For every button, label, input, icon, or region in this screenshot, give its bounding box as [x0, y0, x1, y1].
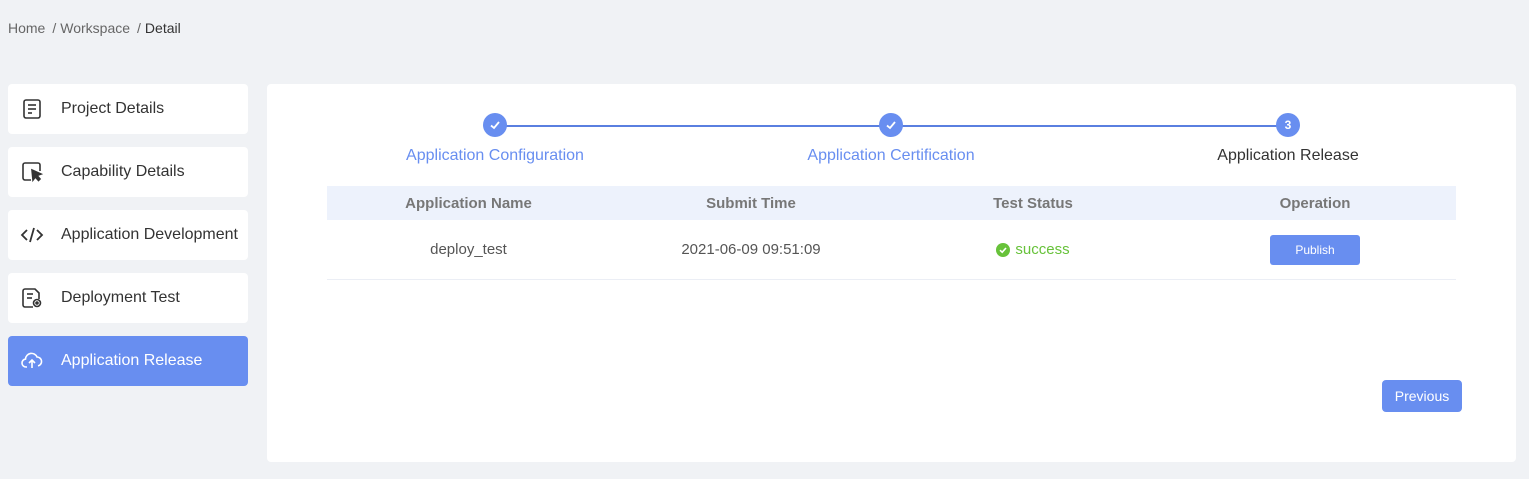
cloud-upload-icon — [20, 349, 44, 373]
status-badge: success — [996, 241, 1070, 258]
pointer-icon — [20, 160, 44, 184]
operation: Publish — [1174, 234, 1456, 265]
column-header: Test Status — [993, 194, 1073, 212]
previous-button[interactable]: Previous — [1382, 380, 1462, 412]
progress-steps: 3 Application Configuration Application … — [327, 113, 1455, 173]
step-done-check-icon — [879, 113, 903, 137]
step-label-certification: Application Certification — [807, 147, 975, 164]
sidebar-item-application-development[interactable]: Application Development — [8, 210, 248, 260]
code-icon — [20, 223, 44, 247]
breadcrumb-home[interactable]: Home — [8, 20, 45, 36]
breadcrumb-separator: / — [52, 20, 57, 36]
sidebar-item-label: Application Development — [61, 226, 238, 243]
table-row: deploy_test 2021-06-09 09:51:09 success … — [327, 220, 1456, 280]
breadcrumb: Home / Workspace / Detail — [8, 20, 181, 36]
breadcrumb-separator: / — [137, 20, 141, 36]
test-doc-icon — [20, 286, 44, 310]
test-status: success — [892, 241, 1174, 258]
sidebar: Project Details Capability Details Appli… — [8, 84, 248, 399]
success-check-icon — [996, 242, 1011, 257]
sidebar-item-label: Application Release — [61, 352, 203, 369]
breadcrumb-detail: Detail — [144, 20, 181, 36]
sidebar-item-application-release[interactable]: Application Release — [8, 336, 248, 386]
release-table: Application Name Submit Time Test Status… — [327, 186, 1456, 280]
column-header: Application Name — [405, 194, 532, 212]
column-header: Operation — [1279, 194, 1351, 212]
application-name: deploy_test — [430, 241, 507, 258]
breadcrumb-workspace[interactable]: Workspace — [60, 20, 130, 36]
sidebar-item-capability-details[interactable]: Capability Details — [8, 147, 248, 197]
status-text: success — [1015, 241, 1070, 258]
step-connector — [495, 125, 891, 127]
document-icon — [20, 97, 44, 121]
sidebar-item-deployment-test[interactable]: Deployment Test — [8, 273, 248, 323]
publish-button[interactable]: Publish — [1270, 234, 1360, 265]
sidebar-item-label: Project Details — [61, 100, 165, 117]
table-header: Application Name Submit Time Test Status… — [327, 186, 1456, 220]
step-number: 3 — [1276, 113, 1300, 137]
step-label-release: Application Release — [1217, 147, 1359, 164]
sidebar-item-label: Deployment Test — [61, 289, 180, 306]
sidebar-item-label: Capability Details — [61, 163, 185, 180]
column-header: Submit Time — [706, 194, 796, 212]
main-panel: 3 Application Configuration Application … — [267, 84, 1516, 462]
step-done-check-icon — [483, 113, 507, 137]
sidebar-item-project-details[interactable]: Project Details — [8, 84, 248, 134]
step-connector — [891, 125, 1287, 127]
submit-time: 2021-06-09 09:51:09 — [681, 241, 821, 258]
step-label-configuration: Application Configuration — [406, 147, 584, 164]
